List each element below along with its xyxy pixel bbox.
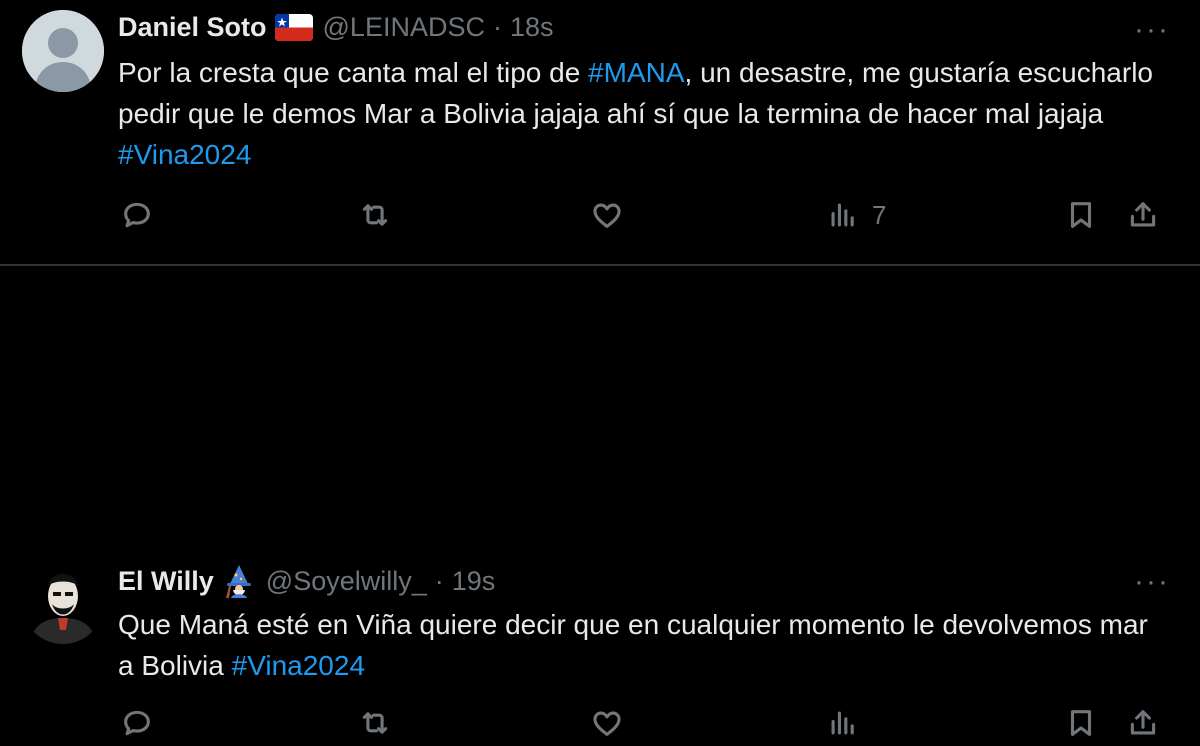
views-chart-icon (831, 203, 854, 227)
hashtag-link[interactable]: #Vina2024 (118, 139, 251, 170)
tweet-text: Que Maná esté en Viña quiere decir que e… (118, 604, 1168, 686)
heart-icon (593, 711, 621, 736)
bookmark-button[interactable] (1064, 706, 1098, 740)
bookmark-icon (1070, 710, 1092, 736)
user-handle[interactable]: @Soyelwilly_ (266, 566, 427, 597)
views-chart-icon (831, 711, 854, 735)
hashtag-link[interactable]: #MANA (588, 57, 684, 88)
character-avatar-icon (22, 562, 104, 644)
reply-button[interactable] (120, 706, 154, 740)
display-name[interactable]: Daniel Soto (118, 12, 267, 43)
display-name[interactable]: El Willy (118, 566, 214, 597)
separator-dot: · (492, 12, 502, 42)
tweet-text-segment: Por la cresta que canta mal el tipo de (118, 57, 589, 88)
tweet-header: Daniel Soto @LEINADSC · 18s (118, 12, 554, 43)
separator-dot: · (434, 565, 444, 596)
action-bar: 7 (0, 198, 1200, 238)
reply-button[interactable] (120, 198, 154, 232)
views-count: 7 (872, 199, 887, 230)
retweet-icon (362, 712, 388, 734)
wizard-emoji-icon (222, 564, 256, 598)
reply-icon (124, 710, 150, 736)
heart-icon (593, 203, 621, 228)
share-button[interactable] (1126, 198, 1160, 232)
share-icon (1130, 202, 1156, 227)
share-button[interactable] (1126, 706, 1160, 740)
reply-icon (124, 202, 150, 228)
share-icon (1130, 710, 1156, 735)
timestamp[interactable]: 18s (510, 12, 554, 43)
tweet-header: El Willy @Soyelwilly_ · 19s (118, 564, 495, 598)
tweet-text: Por la cresta que canta mal el tipo de #… (118, 52, 1168, 175)
retweet-button[interactable] (358, 706, 392, 740)
views-button[interactable]: 7 (826, 198, 886, 232)
like-button[interactable] (590, 198, 624, 232)
timestamp[interactable]: 19s (452, 566, 496, 597)
avatar-default[interactable] (22, 10, 104, 92)
retweet-icon (362, 204, 388, 226)
views-button[interactable] (826, 706, 872, 740)
user-handle[interactable]: @LEINADSC (323, 12, 485, 43)
hashtag-link[interactable]: #Vina2024 (232, 650, 365, 681)
bookmark-button[interactable] (1064, 198, 1098, 232)
like-button[interactable] (590, 706, 624, 740)
more-options-icon[interactable]: ··· (1134, 567, 1170, 597)
default-avatar-icon (22, 10, 104, 92)
tweet[interactable]: El Willy @Soyelwilly_ · 19s ··· Que Maná… (0, 266, 1200, 736)
chile-flag-icon (274, 14, 313, 41)
action-bar (0, 706, 1200, 746)
bookmark-icon (1070, 202, 1092, 228)
retweet-button[interactable] (358, 198, 392, 232)
more-options-icon[interactable]: ··· (1134, 15, 1170, 45)
avatar-user[interactable] (22, 562, 104, 644)
tweet[interactable]: Daniel Soto @LEINADSC · 18s ··· Por la c… (0, 0, 1200, 266)
